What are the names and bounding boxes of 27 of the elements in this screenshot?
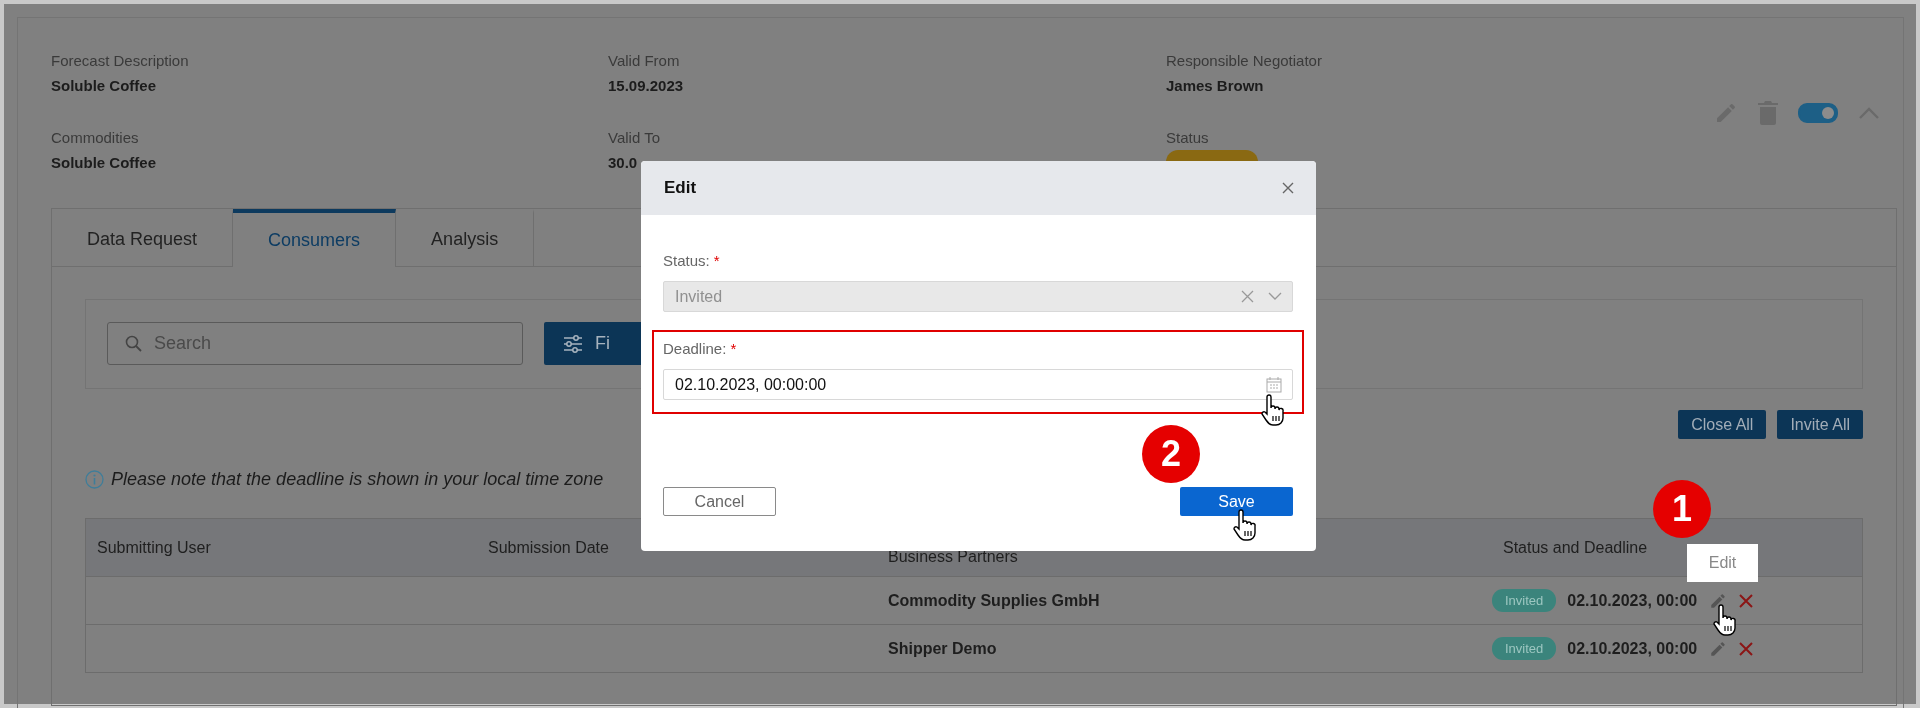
deadline-text: 02.10.2023, 00:00 xyxy=(1567,639,1698,658)
detail-label: Valid From xyxy=(608,51,681,71)
field-label: Deadline: * xyxy=(663,340,738,358)
detail-label: Commodities xyxy=(51,128,140,148)
detail-value: 30.0 xyxy=(608,153,639,173)
dialog-title: Edit xyxy=(664,178,697,198)
field-label: Status: * xyxy=(663,252,721,270)
detail-value: James Brown xyxy=(1166,76,1265,96)
detail-label: Status xyxy=(1166,128,1210,148)
business-partner-cell-text: Shipper Demo xyxy=(887,639,998,658)
step-number-badge: 1 xyxy=(1653,480,1711,538)
detail-value: Soluble Coffee xyxy=(51,153,157,173)
business-partner-cell-text: Commodity Supplies GmbH xyxy=(887,591,1101,610)
detail-label: Valid To xyxy=(608,128,661,148)
tooltip: Edit xyxy=(1687,544,1758,582)
column-header: Submission Date xyxy=(487,538,610,557)
detail-label: Responsible Negotiator xyxy=(1166,51,1323,71)
status-badge: Invited xyxy=(1492,589,1557,612)
info-note: Please note that the deadline is shown in your local time zone xyxy=(111,468,604,490)
deadline-text: 02.10.2023, 00:00 xyxy=(1567,591,1698,610)
detail-label: Forecast Description xyxy=(51,51,190,71)
column-header: Business Partners xyxy=(887,546,1019,566)
detail-value: 15.09.2023 xyxy=(608,76,685,96)
column-header: Status and Deadline xyxy=(1502,538,1649,557)
column-header: Submitting User xyxy=(96,538,212,557)
status-badge: Invited xyxy=(1492,637,1557,660)
detail-value: Soluble Coffee xyxy=(51,76,157,96)
